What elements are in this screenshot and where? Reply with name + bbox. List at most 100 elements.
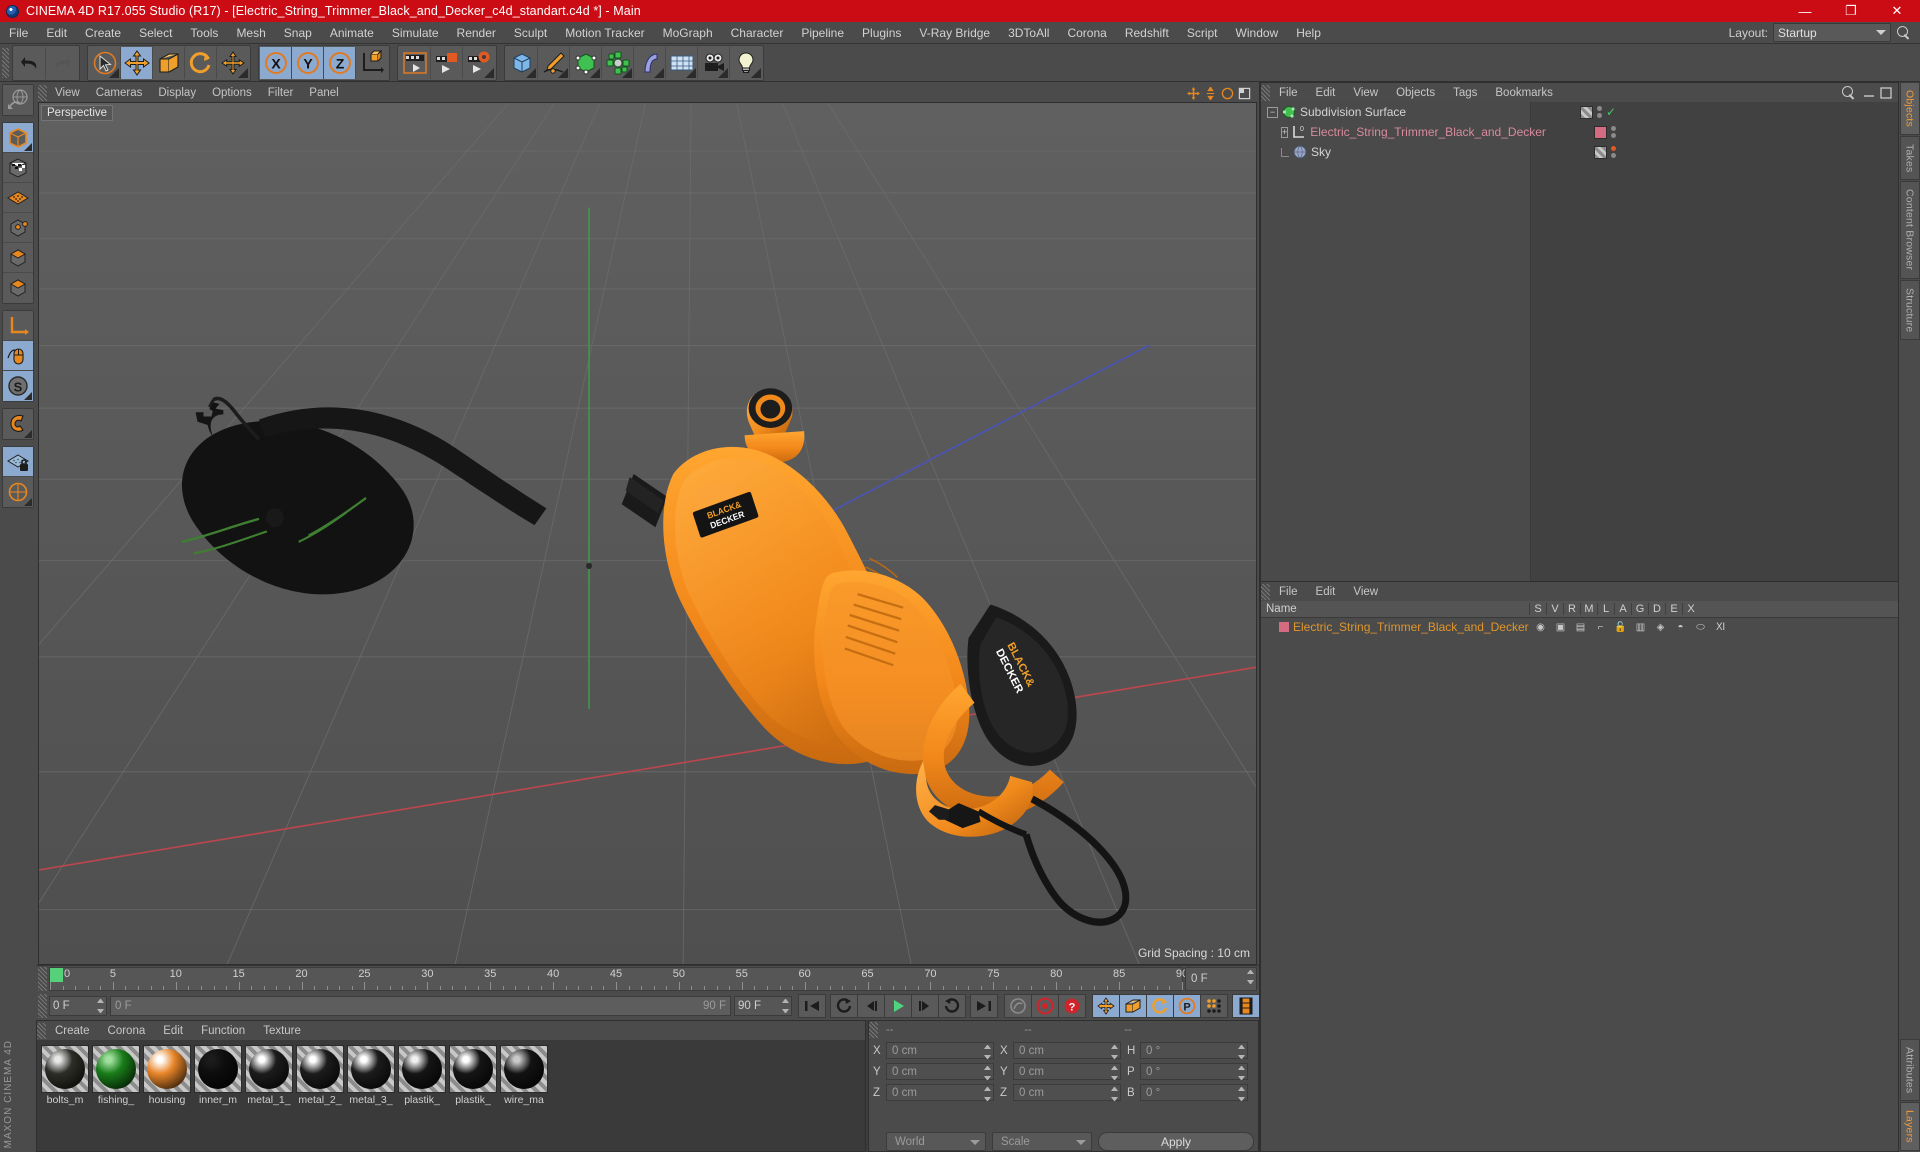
- anim-icon[interactable]: ◈: [1652, 622, 1669, 633]
- menu-item-create[interactable]: Create: [76, 22, 130, 44]
- search-icon[interactable]: [1896, 25, 1912, 41]
- axis-x-icon[interactable]: X: [260, 46, 292, 79]
- coordinates-grip[interactable]: [869, 1022, 878, 1038]
- axis-z-icon[interactable]: Z: [324, 46, 356, 79]
- menu-item-mograph[interactable]: MoGraph: [654, 22, 722, 44]
- viewport-menu-display[interactable]: Display: [150, 87, 204, 99]
- material-column-x[interactable]: X: [1682, 603, 1699, 615]
- coordinate-size-y-input[interactable]: 0 cm: [1013, 1063, 1121, 1080]
- material-manager-grip[interactable]: [1261, 583, 1270, 600]
- tree-expander[interactable]: +: [1281, 126, 1289, 138]
- move-tool-icon[interactable]: [121, 46, 153, 79]
- object-tags[interactable]: [1594, 125, 1616, 139]
- texture-mode-icon[interactable]: [3, 183, 33, 213]
- material-swatch[interactable]: housing: [143, 1045, 191, 1106]
- light-icon[interactable]: [730, 46, 762, 79]
- coordinate-spinner[interactable]: [984, 1087, 991, 1101]
- coordinate-position-x-input[interactable]: 0 cm: [886, 1042, 994, 1059]
- step-forward-button[interactable]: [911, 994, 939, 1018]
- menu-item-motion-tracker[interactable]: Motion Tracker: [556, 22, 653, 44]
- material-swatch[interactable]: bolts_m: [41, 1045, 89, 1106]
- viewport-menu-grip[interactable]: [38, 85, 47, 101]
- menu-item-plugins[interactable]: Plugins: [853, 22, 910, 44]
- right-tab-attributes[interactable]: Attributes: [1899, 1038, 1920, 1102]
- menu-item-window[interactable]: Window: [1227, 22, 1288, 44]
- object-tree-row[interactable]: Sky: [1261, 142, 1616, 162]
- workplane-icon[interactable]: [3, 477, 33, 507]
- timeline-grip[interactable]: [38, 967, 47, 991]
- undo-view-icon[interactable]: [3, 85, 33, 115]
- material-palette-grip[interactable]: [37, 1022, 46, 1039]
- object-manager-menu-objects[interactable]: Objects: [1387, 87, 1444, 99]
- viewport-menu-options[interactable]: Options: [204, 87, 260, 99]
- menu-item-pipeline[interactable]: Pipeline: [792, 22, 853, 44]
- render-settings-icon[interactable]: [463, 46, 495, 79]
- material-swatch[interactable]: fishing_: [92, 1045, 140, 1106]
- coordinate-spinner[interactable]: [1238, 1066, 1245, 1080]
- timeline-frame-field[interactable]: 0 F: [1185, 967, 1257, 991]
- tree-expander[interactable]: [1281, 147, 1289, 157]
- record-rotation-icon[interactable]: [1146, 994, 1174, 1018]
- layout-dropdown[interactable]: Startup: [1773, 23, 1891, 42]
- material-palette-menu-function[interactable]: Function: [192, 1025, 254, 1037]
- move-axis-icon[interactable]: [217, 46, 249, 79]
- end-frame-input[interactable]: 90 F: [734, 996, 792, 1016]
- edges-mode-icon[interactable]: [3, 243, 33, 273]
- timeline-range-slider[interactable]: 0 F 90 F: [110, 996, 731, 1016]
- polygons-mode-icon[interactable]: [3, 273, 33, 303]
- material-manager-menu-edit[interactable]: Edit: [1307, 586, 1345, 598]
- viewport-menu-cameras[interactable]: Cameras: [88, 87, 151, 99]
- material-swatch[interactable]: metal_3_: [347, 1045, 395, 1106]
- rotate-tool-icon[interactable]: [185, 46, 217, 79]
- material-swatch[interactable]: plastik_: [398, 1045, 446, 1106]
- coordinate-mode-dropdown[interactable]: Scale: [992, 1132, 1092, 1151]
- model-mode-icon[interactable]: [3, 153, 33, 183]
- make-editable-icon[interactable]: [3, 123, 33, 153]
- bend-deformer-icon[interactable]: [634, 46, 666, 79]
- material-manager-menu-file[interactable]: File: [1270, 586, 1307, 598]
- selection-icon[interactable]: ◉: [1532, 622, 1549, 633]
- object-visibility-dots[interactable]: [1611, 146, 1616, 158]
- go-to-previous-key-button[interactable]: [830, 994, 858, 1018]
- pan-view-icon[interactable]: [1187, 86, 1200, 100]
- keyframe-selection-icon[interactable]: ?: [1058, 994, 1086, 1018]
- coordinate-spinner[interactable]: [1238, 1087, 1245, 1101]
- menu-item-script[interactable]: Script: [1178, 22, 1227, 44]
- minimize-button[interactable]: —: [1782, 0, 1828, 22]
- coordinate-spinner[interactable]: [1111, 1087, 1118, 1101]
- timeline-frame-spinner[interactable]: [1247, 970, 1254, 984]
- render-view-icon[interactable]: [399, 46, 431, 79]
- close-button[interactable]: ✕: [1874, 0, 1920, 22]
- timeline-film-icon[interactable]: [1232, 994, 1260, 1018]
- object-tags[interactable]: [1594, 145, 1616, 159]
- world-object-axis-icon[interactable]: [356, 46, 388, 79]
- object-visibility-dots[interactable]: [1611, 126, 1616, 138]
- current-frame-marker[interactable]: [50, 968, 63, 982]
- coordinate-spinner[interactable]: [1238, 1045, 1245, 1059]
- menu-item-character[interactable]: Character: [722, 22, 793, 44]
- panel-maximize-icon[interactable]: [1880, 86, 1892, 99]
- coordinate-spinner[interactable]: [1111, 1066, 1118, 1080]
- material-column-d[interactable]: D: [1648, 603, 1665, 615]
- coordinate-rotation-h-input[interactable]: 0 °: [1140, 1042, 1248, 1059]
- object-manager-menu-edit[interactable]: Edit: [1307, 87, 1345, 99]
- material-list[interactable]: bolts_m fishing_ housing inner_m metal_1_ met…: [37, 1040, 865, 1151]
- visibility-icon[interactable]: ▣: [1552, 622, 1569, 633]
- menu-item-tools[interactable]: Tools: [181, 22, 227, 44]
- maximize-button[interactable]: ❐: [1828, 0, 1874, 22]
- material-row-swatch[interactable]: [1279, 622, 1289, 632]
- menu-item-sculpt[interactable]: Sculpt: [505, 22, 556, 44]
- step-back-button[interactable]: [857, 994, 885, 1018]
- object-tag-swatch[interactable]: [1594, 125, 1607, 139]
- right-tab-takes[interactable]: Takes: [1899, 136, 1920, 181]
- menu-item-3dtoall[interactable]: 3DToAll: [999, 22, 1058, 44]
- spline-pen-icon[interactable]: [538, 46, 570, 79]
- zoom-view-icon[interactable]: [1204, 86, 1217, 100]
- object-manager-menu-tags[interactable]: Tags: [1444, 87, 1486, 99]
- array-deformer-icon[interactable]: [602, 46, 634, 79]
- menu-item-help[interactable]: Help: [1287, 22, 1330, 44]
- coordinate-size-x-input[interactable]: 0 cm: [1013, 1042, 1121, 1059]
- layer-icon[interactable]: ▥: [1632, 622, 1649, 633]
- menu-item-corona[interactable]: Corona: [1058, 22, 1115, 44]
- menu-item-simulate[interactable]: Simulate: [383, 22, 448, 44]
